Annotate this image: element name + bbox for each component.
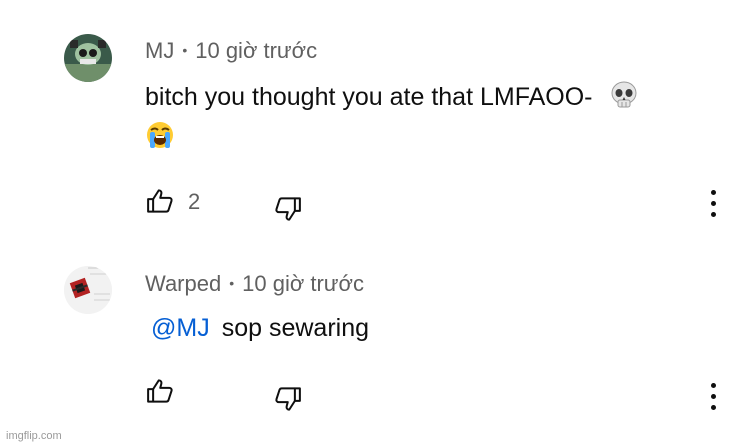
- like-button[interactable]: [142, 183, 178, 219]
- like-button[interactable]: [142, 373, 178, 409]
- comment-actions: 2: [140, 183, 740, 223]
- more-dot: [710, 382, 716, 388]
- more-dot: [710, 211, 716, 217]
- more-options-button[interactable]: [700, 185, 726, 221]
- dislike-button[interactable]: [270, 191, 306, 227]
- comment-text: bitch you thought you ate that LMFAOO-: [145, 78, 639, 156]
- skull-emoji: [609, 80, 639, 110]
- thumbs-down-icon: [275, 197, 301, 221]
- comment-time: 10 giờ trước: [242, 271, 364, 296]
- thumbs-up-icon: [147, 189, 173, 213]
- more-dot: [710, 189, 716, 195]
- comment-meta: Warped • 10 giờ trước: [145, 271, 364, 297]
- avatar[interactable]: [64, 34, 112, 82]
- comment-text-line: sop sewaring: [221, 314, 370, 342]
- more-options-button[interactable]: [700, 378, 726, 414]
- comment-meta: MJ • 10 giờ trước: [145, 38, 317, 64]
- mention-link[interactable]: @MJ: [151, 314, 210, 342]
- like-count: 2: [188, 189, 201, 214]
- comment-actions: [140, 373, 740, 413]
- meta-separator: •: [229, 275, 235, 291]
- avatar[interactable]: [64, 266, 112, 314]
- author-name[interactable]: Warped: [145, 271, 221, 296]
- comment-text: @MJ sop sewaring: [145, 309, 369, 347]
- dislike-button[interactable]: [270, 381, 306, 417]
- thumbs-up-icon: [147, 379, 173, 403]
- more-dot: [710, 200, 716, 206]
- more-dot: [710, 393, 716, 399]
- loudly-crying-emoji: [145, 120, 175, 150]
- meta-separator: •: [182, 42, 188, 58]
- thumbs-down-icon: [275, 387, 301, 411]
- more-dot: [710, 404, 716, 410]
- author-name[interactable]: MJ: [145, 38, 174, 63]
- comment-text-line: bitch you thought you ate that LMFAOO-: [145, 83, 593, 111]
- comment-time: 10 giờ trước: [195, 38, 318, 63]
- watermark: imgflip.com: [6, 430, 62, 442]
